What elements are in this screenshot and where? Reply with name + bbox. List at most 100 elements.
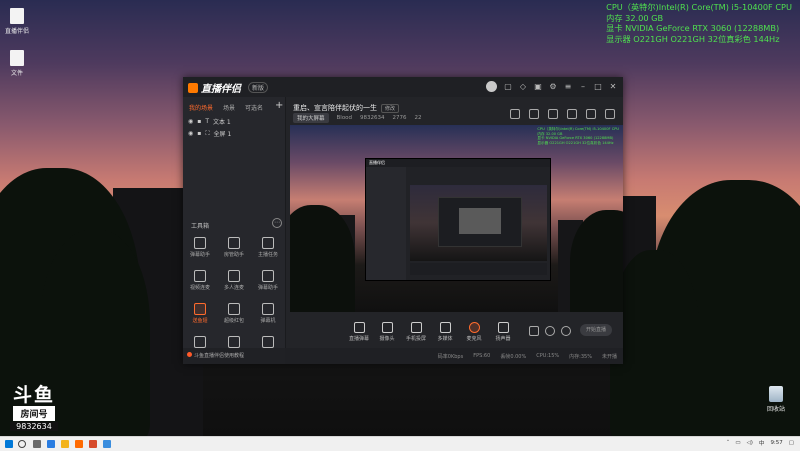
danmaku-button[interactable]: 直播弹幕 — [346, 322, 372, 342]
layout-icon[interactable] — [548, 109, 558, 119]
desktop-icon-app[interactable]: 直播伴侣 — [0, 8, 34, 35]
network-icon[interactable]: ▭ — [735, 440, 740, 446]
nested-preview — [410, 185, 547, 261]
danmaku-icon — [353, 322, 365, 333]
douyu-logo-text: 斗鱼 — [12, 384, 55, 406]
heat-count: 2776 — [392, 115, 407, 121]
tutorial-link[interactable]: 斗鱼直播伴侣使用教程 — [183, 348, 285, 364]
status-bar: 码率0Kbps FPS:60 丢帧0.00% CPU:15% 内存:35% 未开… — [285, 348, 623, 364]
tool-item[interactable]: 视频连麦 — [185, 270, 215, 291]
nested-toolbar — [410, 263, 547, 275]
tab-my-scenes[interactable]: 我的场景 — [189, 103, 213, 112]
recycle-bin[interactable]: 回收站 — [762, 386, 790, 413]
tool-item[interactable]: 房管助手 — [219, 237, 249, 258]
app-icon[interactable] — [103, 440, 111, 448]
nested-left-panel — [366, 167, 406, 280]
room-title-text: 重启、宣言陪伴起伏的一生 — [293, 104, 377, 112]
button-label: 多媒体 — [437, 336, 453, 342]
settings-icon[interactable] — [561, 326, 571, 336]
settings-icon[interactable]: ⚙ — [549, 82, 557, 91]
preview-sysinfo: CPU（英特尔)Intel(R) Core(TM) i5-10400F CPU … — [537, 127, 619, 145]
edit-title-button[interactable]: 修改 — [381, 104, 400, 113]
tool-label: 房管助手 — [223, 252, 244, 258]
phone-icon — [410, 322, 422, 333]
avatar[interactable] — [486, 81, 497, 92]
record-video-icon[interactable] — [529, 326, 539, 336]
lock-icon[interactable]: ▪ — [197, 130, 201, 137]
record-icon[interactable] — [510, 109, 520, 119]
desktop-icon-file[interactable]: 文件 — [0, 50, 34, 77]
background-tree — [610, 250, 700, 440]
status-live: 未开播 — [601, 353, 617, 360]
source-item[interactable]: ◉ ▪ ⛶ 全屏 1 — [188, 129, 231, 139]
share-icon[interactable] — [605, 109, 615, 119]
tool-item[interactable]: 送鱼翅 — [185, 303, 215, 324]
video-icon — [194, 270, 206, 282]
sysinfo-memory: 内存 32.00 GB — [606, 12, 664, 23]
tool-item[interactable]: 主播任务 — [253, 237, 283, 258]
minimize-icon[interactable]: – — [579, 82, 587, 91]
screen-source-icon: ⛶ — [205, 129, 210, 137]
close-icon[interactable]: ✕ — [609, 82, 617, 91]
lock-icon[interactable] — [529, 109, 539, 119]
start-icon[interactable] — [5, 440, 13, 448]
user-icon — [228, 237, 240, 249]
room-id: 9832634 — [360, 115, 385, 121]
eye-icon[interactable]: ◉ — [188, 118, 193, 125]
phone-cast-button[interactable]: 手机投屏 — [403, 322, 429, 342]
tool-item[interactable]: 多人连麦 — [219, 270, 249, 291]
eye-icon[interactable]: ◉ — [188, 130, 193, 137]
tool-item[interactable]: 弹幕机 — [253, 303, 283, 324]
tool-label: 弹幕助手 — [257, 285, 278, 291]
skin-icon[interactable]: ◇ — [519, 82, 527, 91]
task-view-icon[interactable] — [33, 440, 41, 448]
input-language[interactable]: 中 — [759, 439, 765, 447]
media-button[interactable]: 多媒体 — [432, 322, 458, 342]
tab-scenes[interactable]: 场景 — [223, 103, 235, 112]
version-badge[interactable]: 新版 — [248, 82, 269, 93]
tool-item[interactable]: 弹幕助手 — [185, 237, 215, 258]
camera-button[interactable]: 摄像头 — [374, 322, 400, 342]
nested-inner-window — [438, 197, 522, 247]
tool-item[interactable]: 弹幕助手 — [253, 270, 283, 291]
folder-icon[interactable] — [61, 440, 69, 448]
maximize-icon[interactable]: □ — [594, 82, 602, 91]
add-scene-button[interactable]: + — [275, 100, 283, 111]
douyu-watermark: 斗鱼 房间号 9832634 — [10, 385, 58, 431]
douyu-app-icon[interactable] — [75, 440, 83, 448]
live-companion-taskbar-icon[interactable] — [89, 440, 97, 448]
play-icon — [439, 322, 451, 333]
category-badge[interactable]: 我的大屏幕 — [293, 113, 329, 123]
preview-controls — [510, 109, 615, 119]
toolbox-more-button[interactable]: ⋯ — [272, 218, 282, 228]
gift-icon[interactable]: ▣ — [534, 82, 542, 91]
mirror-icon[interactable] — [567, 109, 577, 119]
taskbar: ˄ ▭ ◁) 中 9:57 ▢ — [0, 436, 800, 451]
start-live-button[interactable]: 开始直播 — [580, 324, 612, 336]
chevron-up-icon[interactable]: ˄ — [727, 440, 730, 446]
tutorial-label: 斗鱼直播伴侣使用教程 — [194, 353, 245, 359]
clock[interactable]: 9:57 — [770, 440, 782, 446]
bell-icon[interactable] — [586, 109, 596, 119]
tool-item[interactable]: 超级红包 — [219, 303, 249, 324]
room-title: 重启、宣言陪伴起伏的一生 修改 — [293, 103, 400, 113]
sysinfo-gpu: 显卡 NVIDIA GeForce RTX 3060 (12288MB) — [606, 23, 780, 33]
recycle-bin-icon — [769, 386, 783, 402]
menu-icon[interactable]: ≡ — [564, 82, 572, 91]
volume-icon[interactable]: ◁) — [747, 440, 753, 446]
app-brand: 直播伴侣 — [188, 80, 241, 95]
lock-icon[interactable]: ▪ — [197, 118, 201, 125]
notification-icon[interactable]: ▢ — [789, 440, 794, 446]
timer-icon[interactable] — [545, 326, 555, 336]
redpacket-icon — [228, 303, 240, 315]
source-item[interactable]: ◉ ▪ T 文本 1 — [188, 117, 231, 126]
stream-preview[interactable]: CPU（英特尔)Intel(R) Core(TM) i5-10400F CPU … — [290, 125, 623, 312]
microphone-button[interactable]: 麦克风 — [461, 322, 487, 342]
tab-optional[interactable]: 可选名 — [245, 103, 263, 112]
message-icon[interactable]: ▢ — [504, 82, 512, 91]
button-label: 麦克风 — [466, 336, 482, 342]
speaker-button[interactable]: 扬声器 — [490, 322, 516, 342]
search-icon[interactable] — [18, 440, 26, 448]
tool-icon — [194, 336, 206, 348]
edge-icon[interactable] — [47, 440, 55, 448]
